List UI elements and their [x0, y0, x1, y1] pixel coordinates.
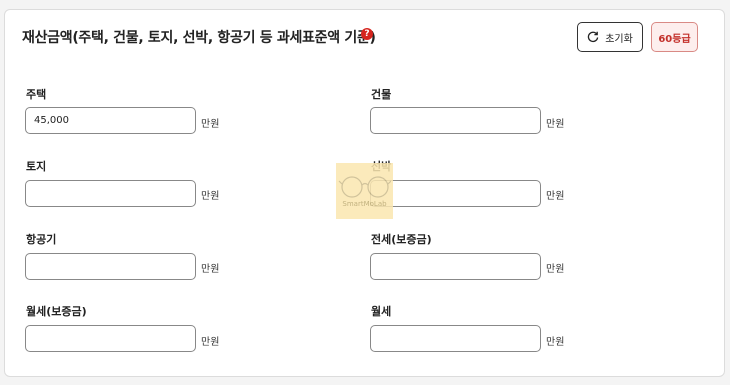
ship-amount-input[interactable] [370, 180, 541, 207]
unit-label: 만원 [546, 264, 565, 275]
unit-label: 만원 [201, 119, 220, 130]
jeonse-deposit-input[interactable] [370, 253, 541, 280]
building-amount-input[interactable] [370, 107, 541, 134]
field-label-monthly-deposit: 월세(보증금) [26, 305, 87, 318]
house-amount-input[interactable] [25, 107, 196, 134]
field-label-aircraft: 항공기 [26, 233, 57, 246]
land-amount-input[interactable] [25, 180, 196, 207]
unit-label: 만원 [201, 337, 220, 348]
watermark-logo: SmartMoLab [336, 163, 393, 219]
aircraft-amount-input[interactable] [25, 253, 196, 280]
unit-label: 만원 [546, 119, 565, 130]
help-icon[interactable]: ? [361, 28, 373, 40]
grade-badge: 60등급 [651, 22, 698, 52]
unit-label: 만원 [201, 191, 220, 202]
reset-button-label: 초기화 [605, 33, 633, 45]
monthly-rent-input[interactable] [370, 325, 541, 352]
unit-label: 만원 [546, 191, 565, 202]
field-label-house: 주택 [26, 88, 47, 101]
refresh-icon [587, 31, 599, 43]
monthly-rent-deposit-input[interactable] [25, 325, 196, 352]
watermark-text: SmartMoLab [342, 200, 387, 208]
reset-button[interactable]: 초기화 [577, 22, 643, 52]
section-title: 재산금액(주택, 건물, 토지, 선박, 항공기 등 과세표준액 기준) [22, 30, 376, 46]
field-label-building: 건물 [371, 88, 392, 101]
field-label-monthly-rent: 월세 [371, 305, 392, 318]
field-label-jeonse-deposit: 전세(보증금) [371, 233, 432, 246]
glasses-icon [338, 176, 391, 198]
field-label-land: 토지 [26, 160, 47, 173]
unit-label: 만원 [201, 264, 220, 275]
unit-label: 만원 [546, 337, 565, 348]
